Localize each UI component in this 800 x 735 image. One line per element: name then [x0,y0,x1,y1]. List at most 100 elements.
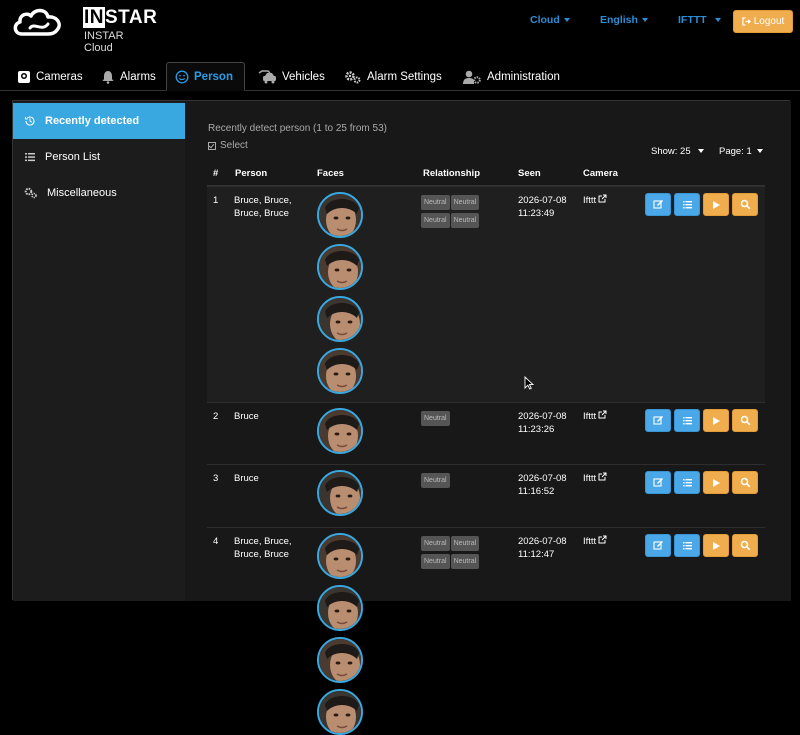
tab-cameras[interactable]: Cameras [9,62,91,91]
face-thumbnail[interactable] [317,244,363,290]
chevron-down-icon [697,149,704,154]
page-select[interactable]: Page: 1 [719,146,763,157]
main-panel: Recently detected Person List Miscellane… [12,100,791,735]
edit-button[interactable] [645,471,671,494]
search-button[interactable] [732,471,758,494]
list-icon [682,477,693,488]
play-button[interactable] [703,534,729,557]
search-icon [740,477,751,488]
column-header-camera[interactable]: Camera [583,168,618,179]
seen-timestamp: 2026-07-08 11:16:52 [518,472,567,498]
main-tabs: Cameras Alarms Person Vehicles Alarm Set… [0,60,800,91]
instar-logo[interactable]: INSTAR INSTAR Cloud [12,4,157,54]
edit-button[interactable] [645,193,671,216]
column-header-faces[interactable]: Faces [317,168,344,179]
face-thumbnail[interactable] [317,348,363,394]
tab-alarms[interactable]: Alarms [93,62,164,91]
chevron-down-icon [714,18,721,23]
select-all-toggle[interactable]: Select [208,140,248,151]
table-row[interactable]: 2 Bruce Neutral 2026-07-08 11:23:26 Ifttt [207,402,765,464]
seen-date: 2026-07-08 [518,536,567,547]
gears-icon [24,187,37,199]
logout-button[interactable]: Logout [733,10,793,33]
edit-icon [652,415,664,426]
camera-link[interactable]: Ifttt [583,410,607,423]
play-button[interactable] [703,193,729,216]
ifttt-menu[interactable]: IFTTT [678,14,721,26]
face-thumbnail[interactable] [317,637,363,683]
cloud-menu[interactable]: Cloud [530,14,570,26]
chevron-down-icon [641,18,648,23]
relationship-badge: Neutral [450,536,480,551]
details-button[interactable] [674,471,700,494]
user-gear-icon [463,70,481,84]
relationship-badge: Neutral [421,411,450,426]
seen-timestamp: 2026-07-08 11:23:26 [518,410,567,436]
tab-administration[interactable]: Administration [454,62,568,91]
table-row[interactable]: 4 Bruce, Bruce, Bruce, Bruce Neutral Neutra… [207,527,765,735]
chevron-down-icon [756,149,763,154]
details-button[interactable] [674,409,700,432]
language-menu[interactable]: English [600,14,648,26]
person-names: Bruce, Bruce, Bruce, Bruce [234,536,292,560]
list-icon [682,415,693,426]
seen-timestamp: 2026-07-08 11:23:49 [518,194,567,220]
face-thumbnail[interactable] [317,533,363,579]
face-thumbnail[interactable] [317,689,363,735]
details-button[interactable] [674,534,700,557]
seen-date: 2026-07-08 [518,411,567,422]
play-icon [711,541,721,551]
relationship-badge: Neutral [450,213,480,228]
tab-alarm-settings[interactable]: Alarm Settings [336,62,450,91]
camera-link[interactable]: Ifttt [583,194,607,207]
face-thumbnail[interactable] [317,585,363,631]
seen-timestamp: 2026-07-08 11:12:47 [518,535,567,561]
details-button[interactable] [674,193,700,216]
face-thumbnail[interactable] [317,470,363,516]
column-header-person[interactable]: Person [235,168,267,179]
chevron-down-icon [563,18,570,23]
table-row[interactable]: 3 Bruce Neutral 2026-07-08 11:16:52 Ifttt [207,464,765,527]
face-thumbnail[interactable] [317,192,363,238]
tab-person[interactable]: Person [166,62,245,91]
camera-name: Ifttt [583,195,597,207]
camera-link[interactable]: Ifttt [583,535,607,548]
column-header-number[interactable]: # [213,168,218,179]
seen-date: 2026-07-08 [518,195,567,206]
search-button[interactable] [732,534,758,557]
seen-time: 11:16:52 [518,486,555,497]
edit-button[interactable] [645,409,671,432]
sign-out-icon [742,17,751,26]
tab-vehicles[interactable]: Vehicles [249,62,333,91]
face-thumbnail[interactable] [317,296,363,342]
table-row[interactable]: 1 Bruce, Bruce, Bruce, Bruce Neutral Neutra… [207,186,765,402]
external-link-icon [598,472,607,485]
external-link-icon [598,410,607,423]
page-size-select[interactable]: Show: 25 [651,146,704,157]
search-button[interactable] [732,409,758,432]
camera-link[interactable]: Ifttt [583,472,607,485]
play-button[interactable] [703,471,729,494]
play-button[interactable] [703,409,729,432]
sidebar-item-recently-detected[interactable]: Recently detected [13,103,185,139]
cloud-logo-icon [13,8,61,36]
sidebar-item-person-list[interactable]: Person List [13,139,185,175]
sidebar-item-miscellaneous[interactable]: Miscellaneous [13,175,185,211]
edit-icon [652,540,664,551]
checkbox-icon [208,141,216,150]
list-icon [682,540,693,551]
edit-button[interactable] [645,534,671,557]
sidebar: Recently detected Person List Miscellane… [13,101,185,601]
relationship-badge: Neutral [450,195,480,210]
seen-time: 11:12:47 [518,549,555,560]
car-icon [258,69,276,83]
top-bar: INSTAR INSTAR Cloud Cloud English IFTTT … [0,0,800,54]
relationship-badge: Neutral [421,554,450,569]
external-link-icon [598,194,607,207]
column-header-seen[interactable]: Seen [518,168,541,179]
search-icon [740,199,751,210]
column-header-relationship[interactable]: Relationship [423,168,480,179]
search-button[interactable] [732,193,758,216]
relationship-badge: Neutral [421,213,450,228]
face-thumbnail[interactable] [317,408,363,454]
